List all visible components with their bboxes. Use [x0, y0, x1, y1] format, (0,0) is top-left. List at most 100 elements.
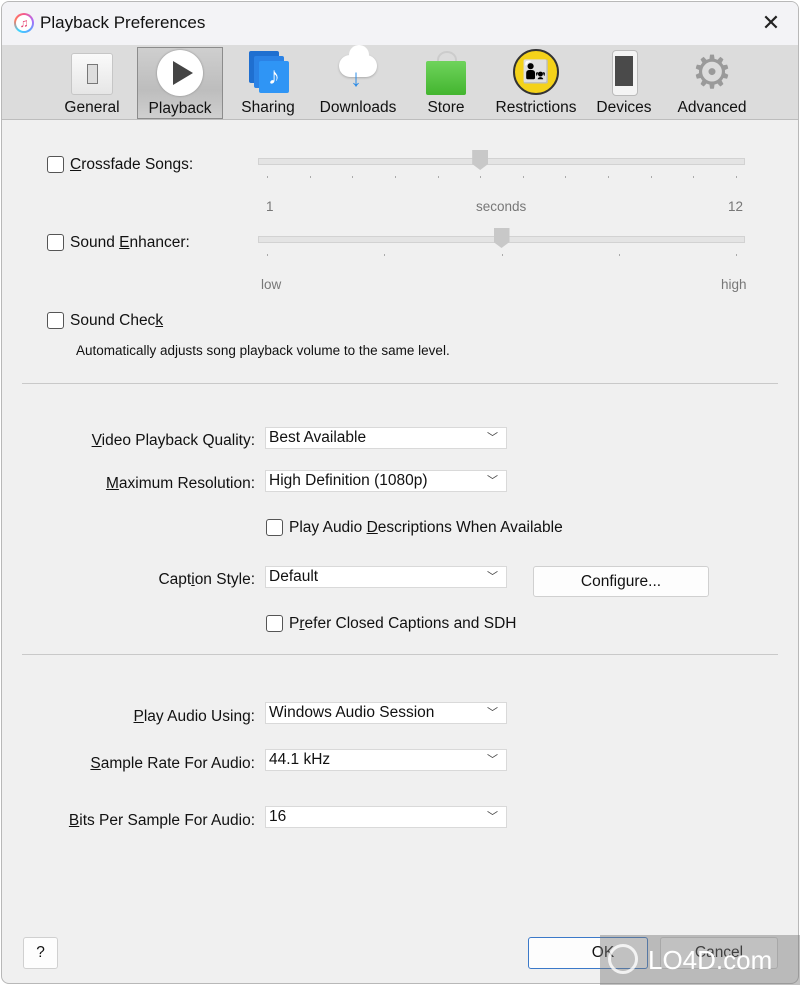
chevron-down-icon: ﹀ [487, 754, 498, 766]
sound-check-description: Automatically adjusts song playback volu… [76, 343, 450, 358]
tab-label: Restrictions [495, 99, 577, 116]
slider-tick [736, 254, 737, 256]
sample-rate-select[interactable]: 44.1 kHz ﹀ [265, 749, 507, 771]
tab-playback[interactable]: Playback [137, 47, 223, 119]
select-value: Default [269, 568, 319, 585]
play-icon [157, 50, 203, 96]
slider-tick [267, 176, 268, 178]
chevron-down-icon: ﹀ [487, 432, 498, 444]
select-value: Windows Audio Session [269, 704, 435, 721]
crossfade-slider[interactable] [258, 150, 745, 180]
tab-devices[interactable]: Devices [582, 47, 666, 117]
crossfade-min-label: 1 [266, 199, 274, 214]
slider-tick [352, 176, 354, 178]
tab-label: Store [427, 99, 465, 116]
audio-descriptions-label: Play Audio Descriptions When Available [289, 519, 563, 536]
slider-tick [650, 176, 652, 178]
help-button[interactable]: ? [23, 937, 58, 969]
preferences-toolbar: General Playback ♪ Sharing ↓ Downloads S… [2, 45, 798, 120]
slider-tick [522, 176, 524, 178]
chevron-down-icon: ﹀ [487, 475, 498, 487]
max-resolution-label: Maximum Resolution: [105, 475, 255, 492]
tab-general[interactable]: General [50, 47, 134, 117]
configure-button[interactable]: Configure... [533, 566, 709, 597]
crossfade-label: Crossfade Songs: [70, 156, 194, 173]
shopping-bag-icon [423, 49, 469, 95]
crossfade-checkbox[interactable] [47, 156, 64, 173]
max-resolution-select[interactable]: High Definition (1080p) ﹀ [265, 470, 507, 492]
slider-tick [501, 254, 503, 256]
crossfade-max-label: 12 [728, 199, 744, 214]
prefer-cc-checkbox[interactable] [266, 615, 283, 632]
sample-rate-label: Sample Rate For Audio: [90, 755, 255, 772]
slider-thumb[interactable] [493, 228, 510, 248]
slider-thumb[interactable] [472, 150, 489, 170]
bits-per-sample-label: Bits Per Sample For Audio: [68, 812, 255, 829]
sound-check-label: Sound Check [70, 312, 164, 329]
video-quality-select[interactable]: Best Available ﹀ [265, 427, 507, 449]
phone-icon [601, 49, 647, 96]
slider-tick [384, 254, 386, 256]
slider-track [258, 158, 745, 165]
itunes-icon [14, 13, 34, 33]
tab-restrictions[interactable]: 👨‍👧 Restrictions [491, 47, 581, 117]
sound-enhancer-label: Sound Enhancer: [70, 234, 190, 251]
select-value: 16 [269, 808, 287, 825]
tab-label: Advanced [677, 99, 747, 116]
prefer-cc-label: Prefer Closed Captions and SDH [289, 615, 517, 632]
tab-store[interactable]: Store [404, 47, 488, 117]
title-bar: Playback Preferences ✕ [2, 2, 798, 45]
tab-label: Downloads [319, 99, 397, 116]
sound-check-checkbox[interactable] [47, 312, 64, 329]
select-value: High Definition (1080p) [269, 472, 428, 489]
crossfade-unit-label: seconds [476, 199, 527, 214]
close-icon: ✕ [761, 10, 781, 35]
slider-tick [437, 176, 439, 178]
slider-tick [267, 254, 268, 256]
slider-tick [608, 176, 610, 178]
tab-sharing[interactable]: ♪ Sharing [226, 47, 310, 117]
video-quality-label: Video Playback Quality: [91, 432, 255, 449]
cloud-download-icon: ↓ [335, 45, 381, 95]
tab-label: Playback [148, 100, 212, 117]
window-title: Playback Preferences [40, 13, 206, 32]
sound-enhancer-slider[interactable] [258, 228, 745, 258]
tab-label: Devices [596, 99, 652, 116]
tab-advanced[interactable]: ⚙ Advanced [670, 47, 754, 117]
general-switch-icon [71, 53, 113, 95]
slider-tick [309, 176, 311, 178]
play-audio-using-select[interactable]: Windows Audio Session ﹀ [265, 702, 507, 724]
slider-tick [565, 176, 567, 178]
enhancer-low-label: low [261, 277, 282, 292]
watermark-logo-icon [608, 944, 638, 974]
music-library-icon: ♪ [245, 49, 291, 95]
tab-downloads[interactable]: ↓ Downloads [315, 45, 401, 117]
parental-controls-icon: 👨‍👧 [513, 49, 559, 95]
slider-tick [736, 176, 737, 178]
tab-label: Sharing [241, 99, 295, 116]
bits-per-sample-select[interactable]: 16 ﹀ [265, 806, 507, 828]
watermark: LO4D.com [600, 935, 800, 985]
play-audio-using-label: Play Audio Using: [133, 708, 256, 725]
chevron-down-icon: ﹀ [487, 571, 498, 583]
slider-tick [618, 254, 620, 256]
chevron-down-icon: ﹀ [487, 707, 498, 719]
slider-tick [480, 176, 482, 178]
watermark-text: LO4D.com [648, 945, 773, 975]
audio-descriptions-checkbox[interactable] [266, 519, 283, 536]
select-value: Best Available [269, 429, 367, 446]
gear-icon: ⚙ [691, 46, 733, 98]
preferences-dialog: Playback Preferences ✕ General Playback … [1, 1, 799, 984]
close-button[interactable]: ✕ [758, 10, 784, 36]
select-value: 44.1 kHz [269, 751, 331, 768]
section-divider [22, 383, 778, 384]
caption-style-select[interactable]: Default ﹀ [265, 566, 507, 588]
slider-tick [693, 176, 695, 178]
tab-label: General [64, 99, 120, 116]
caption-style-label: Caption Style: [158, 571, 255, 588]
chevron-down-icon: ﹀ [487, 811, 498, 823]
enhancer-high-label: high [721, 277, 747, 292]
section-divider [22, 654, 778, 655]
slider-tick [394, 176, 396, 178]
sound-enhancer-checkbox[interactable] [47, 234, 64, 251]
